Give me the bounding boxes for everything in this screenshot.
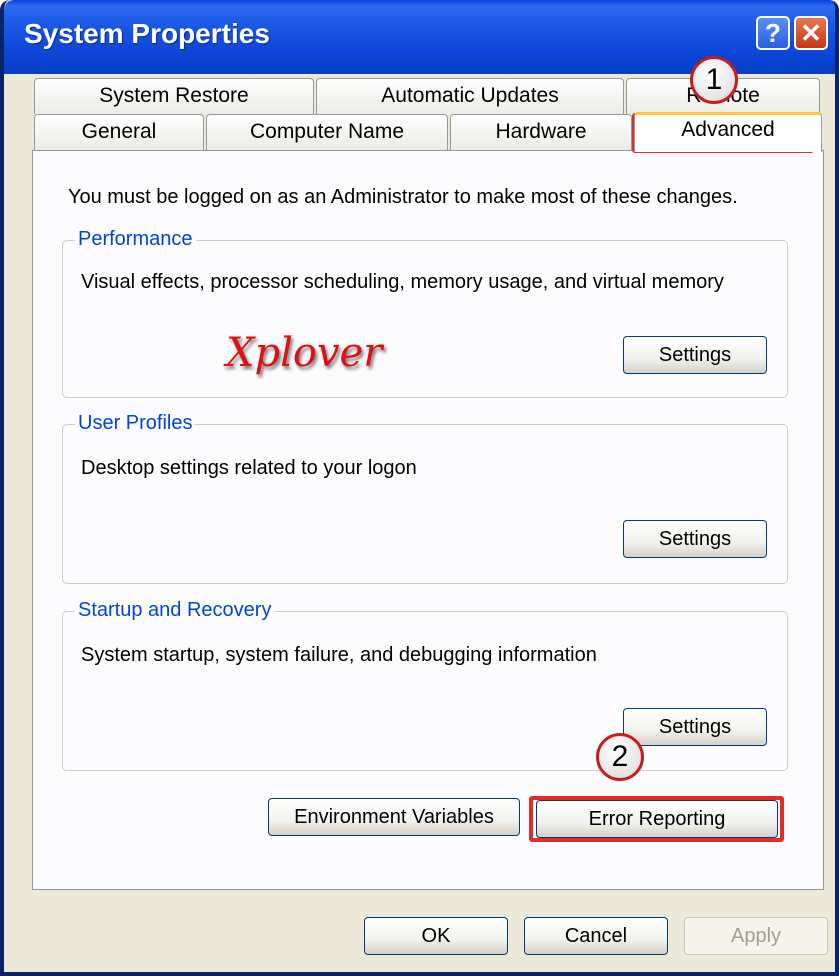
tab-advanced[interactable]: Advanced — [634, 112, 822, 152]
performance-group-title: Performance — [75, 228, 196, 251]
tab-automatic-updates[interactable]: Automatic Updates — [316, 78, 624, 114]
help-button[interactable]: ? — [756, 16, 790, 50]
window-title: System Properties — [24, 18, 270, 49]
startup-recovery-group-title: Startup and Recovery — [75, 599, 275, 622]
tab-general[interactable]: General — [34, 114, 204, 150]
performance-settings-button[interactable]: Settings — [623, 336, 767, 374]
startup-recovery-group: Startup and Recovery System startup, sys… — [62, 599, 788, 771]
cancel-button[interactable]: Cancel — [524, 917, 668, 955]
startup-recovery-description: System startup, system failure, and debu… — [81, 644, 597, 666]
startup-recovery-settings-button[interactable]: Settings — [623, 708, 767, 746]
tab-system-restore[interactable]: System Restore — [34, 78, 314, 114]
user-profiles-group-title: User Profiles — [75, 412, 196, 435]
step-marker-1: 1 — [690, 56, 738, 104]
tab-hardware[interactable]: Hardware — [450, 114, 632, 150]
performance-description: Visual effects, processor scheduling, me… — [81, 271, 724, 293]
close-icon: ✕ — [800, 18, 822, 48]
user-profiles-description: Desktop settings related to your logon — [81, 457, 417, 479]
ok-button[interactable]: OK — [364, 917, 508, 955]
step-marker-2: 2 — [596, 733, 644, 781]
question-mark-icon: ? — [765, 18, 781, 48]
apply-button[interactable]: Apply — [684, 917, 828, 955]
environment-variables-button[interactable]: Environment Variables — [268, 798, 520, 836]
error-reporting-highlight — [529, 796, 784, 842]
admin-notice: You must be logged on as an Administrato… — [68, 186, 738, 208]
user-profiles-group: User Profiles Desktop settings related t… — [62, 412, 788, 584]
tab-computer-name[interactable]: Computer Name — [206, 114, 448, 150]
performance-group: Performance Visual effects, processor sc… — [62, 228, 788, 398]
close-button[interactable]: ✕ — [794, 16, 828, 50]
user-profiles-settings-button[interactable]: Settings — [623, 520, 767, 558]
system-properties-window: System Properties ? ✕ System Restore Aut… — [0, 0, 839, 976]
xplover-watermark: Xplover — [226, 330, 383, 376]
